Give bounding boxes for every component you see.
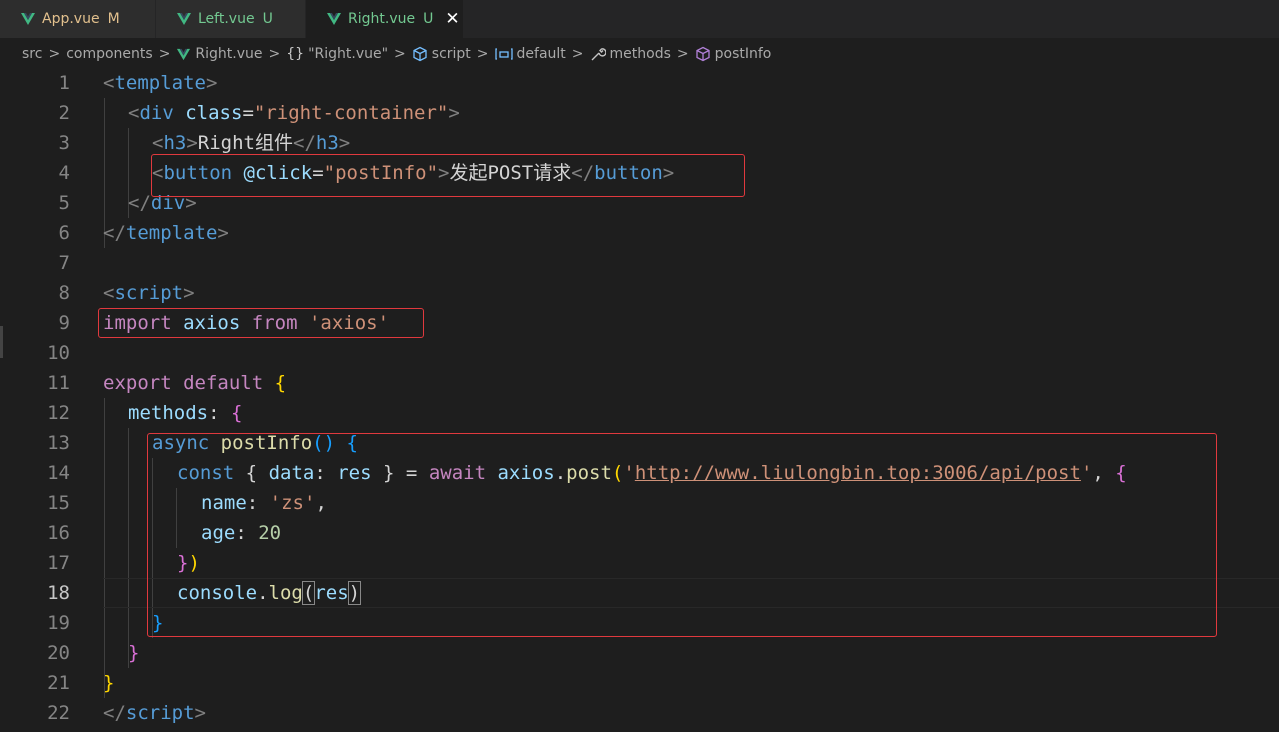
code-line: 11 export default { bbox=[0, 368, 1279, 398]
breadcrumb-separator: > bbox=[571, 46, 584, 62]
breadcrumb-default[interactable]: default bbox=[517, 46, 566, 62]
line-number: 18 bbox=[47, 582, 70, 604]
code-text: <div class="right-container"> bbox=[128, 102, 460, 124]
breadcrumb-file[interactable]: Right.vue bbox=[195, 46, 262, 62]
code-text: </template> bbox=[103, 222, 229, 244]
line-number: 16 bbox=[47, 522, 70, 544]
code-text: methods: { bbox=[128, 402, 243, 424]
line-number: 3 bbox=[58, 132, 70, 154]
code-line: 22 </script> bbox=[0, 698, 1279, 728]
breadcrumb-separator: > bbox=[476, 46, 489, 62]
breadcrumb-postinfo[interactable]: postInfo bbox=[715, 46, 772, 62]
wrench-icon bbox=[590, 46, 606, 62]
line-number: 19 bbox=[47, 612, 70, 634]
line-number: 17 bbox=[47, 552, 70, 574]
breadcrumb-separator: > bbox=[268, 46, 281, 62]
method-cube-icon bbox=[695, 46, 711, 62]
line-number: 5 bbox=[58, 192, 70, 214]
code-line: 12 methods: { bbox=[0, 398, 1279, 428]
variable-icon bbox=[494, 47, 513, 61]
breadcrumb-separator: > bbox=[394, 46, 406, 62]
line-number: 10 bbox=[47, 342, 70, 364]
breadcrumb: src > components > Right.vue > {} "Right… bbox=[0, 38, 1279, 70]
line-number: 13 bbox=[47, 432, 70, 454]
code-text: } bbox=[103, 672, 115, 694]
code-line: 2 <div class="right-container"> bbox=[0, 98, 1279, 128]
line-number: 1 bbox=[58, 72, 70, 94]
code-line: 1 <template> bbox=[0, 68, 1279, 98]
tab-label: Right.vue bbox=[348, 11, 416, 27]
git-status-badge: M bbox=[107, 11, 120, 27]
line-number: 21 bbox=[47, 672, 70, 694]
line-number: 15 bbox=[47, 492, 70, 514]
line-number: 14 bbox=[47, 462, 70, 484]
breadcrumb-separator: > bbox=[48, 46, 61, 62]
highlight-box-method bbox=[147, 433, 1217, 637]
tab-app-vue[interactable]: App.vue M bbox=[0, 0, 156, 38]
editor-tab-bar: App.vue M Left.vue U Right.vue U ✕ bbox=[0, 0, 1279, 38]
vue-file-icon bbox=[177, 13, 191, 25]
line-number: 6 bbox=[58, 222, 70, 244]
object-braces-icon: {} bbox=[286, 46, 305, 62]
close-icon[interactable]: ✕ bbox=[445, 10, 459, 28]
line-number: 11 bbox=[47, 372, 70, 394]
vue-file-icon bbox=[327, 13, 341, 25]
tab-label: App.vue bbox=[42, 11, 100, 27]
code-line: 10 bbox=[0, 338, 1279, 368]
line-number: 7 bbox=[58, 252, 70, 274]
code-text: </script> bbox=[103, 702, 206, 724]
git-status-badge: U bbox=[262, 11, 273, 27]
vue-file-icon bbox=[21, 13, 35, 25]
line-number: 8 bbox=[58, 282, 70, 304]
breadcrumb-components[interactable]: components bbox=[66, 46, 153, 62]
highlight-box-import bbox=[98, 308, 424, 338]
code-line: 20 } bbox=[0, 638, 1279, 668]
line-number: 12 bbox=[47, 402, 70, 424]
code-editor[interactable]: 1 <template> 2 <div class="right-contain… bbox=[0, 68, 1279, 732]
code-text: export default { bbox=[103, 372, 287, 394]
line-number: 20 bbox=[47, 642, 70, 664]
code-line: 8 <script> bbox=[0, 278, 1279, 308]
git-status-badge: U bbox=[423, 11, 434, 27]
code-text: <script> bbox=[103, 282, 195, 304]
tab-right-vue[interactable]: Right.vue U ✕ bbox=[306, 0, 464, 38]
breadcrumb-separator: > bbox=[158, 46, 171, 62]
breadcrumb-src[interactable]: src bbox=[22, 46, 42, 62]
code-line: 6 </template> bbox=[0, 218, 1279, 248]
line-number: 4 bbox=[58, 162, 70, 184]
tab-left-vue[interactable]: Left.vue U bbox=[156, 0, 306, 38]
tab-label: Left.vue bbox=[198, 11, 255, 27]
module-cube-icon bbox=[412, 46, 428, 62]
vue-file-icon bbox=[176, 47, 191, 62]
breadcrumb-component[interactable]: "Right.vue" bbox=[308, 46, 388, 62]
line-number: 22 bbox=[47, 702, 70, 724]
code-text: <template> bbox=[103, 72, 218, 94]
line-number: 2 bbox=[58, 102, 70, 124]
code-text: } bbox=[128, 642, 140, 664]
code-line: 7 bbox=[0, 248, 1279, 278]
line-number: 9 bbox=[58, 312, 70, 334]
breadcrumb-methods[interactable]: methods bbox=[610, 46, 671, 62]
code-line: 21 } bbox=[0, 668, 1279, 698]
breadcrumb-separator: > bbox=[676, 46, 689, 62]
breadcrumb-script[interactable]: script bbox=[432, 46, 471, 62]
highlight-box-button bbox=[151, 154, 745, 197]
